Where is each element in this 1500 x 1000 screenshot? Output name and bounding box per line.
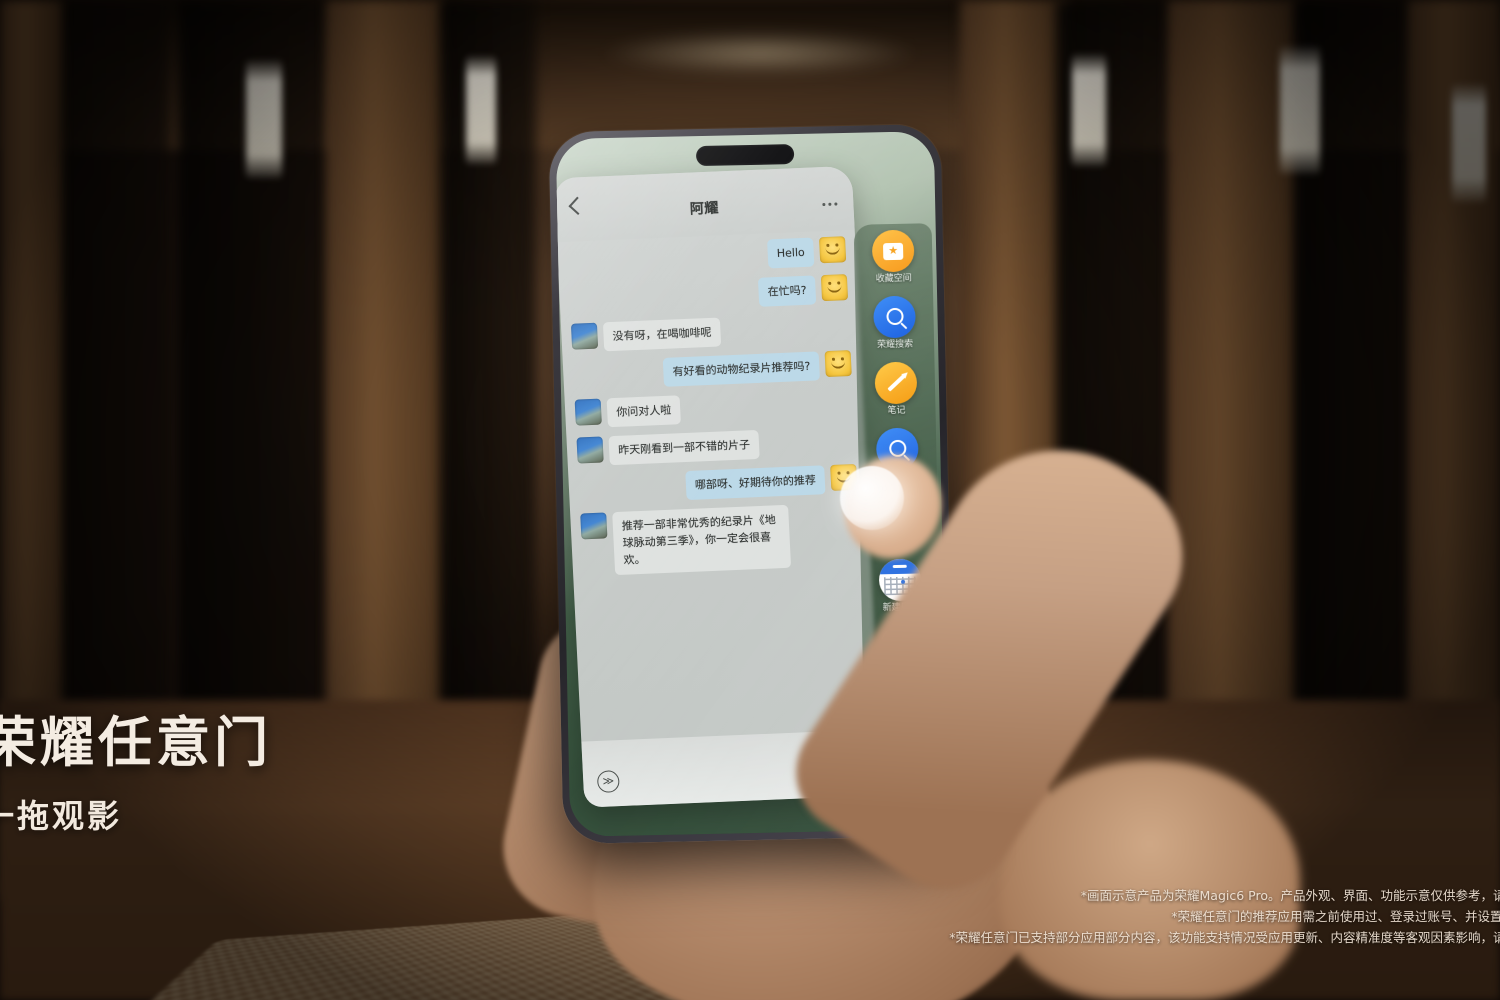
avatar-emoji bbox=[824, 350, 852, 378]
message-bubble[interactable]: 有好看的动物纪录片推荐吗? bbox=[662, 351, 820, 388]
drag-ring-handle[interactable] bbox=[840, 466, 904, 530]
disclaimer-line-1: *画面示意产品为荣耀Magic6 Pro。产品外观、界面、功能示意仅供参考，请以 bbox=[1080, 888, 1500, 903]
disclaimer-block: *画面示意产品为荣耀Magic6 Pro。产品外观、界面、功能示意仅供参考，请以… bbox=[860, 885, 1500, 948]
disclaimer-line-3: *荣耀任意门已支持部分应用部分内容，该功能支持情况受应用更新、内容精准度等客观因… bbox=[949, 930, 1500, 945]
dock-item-note-pen[interactable]: 笔记 bbox=[856, 361, 935, 418]
message-row[interactable]: 有好看的动物纪录片推荐吗? bbox=[573, 350, 852, 391]
more-options-icon[interactable] bbox=[822, 202, 838, 207]
dot bbox=[822, 202, 826, 207]
search-icon[interactable] bbox=[873, 295, 916, 339]
message-row[interactable]: 没有呀，在喝咖啡呢 bbox=[570, 312, 850, 353]
message-bubble[interactable]: 哪部呀、好期待你的推荐 bbox=[685, 465, 826, 501]
avatar-emoji bbox=[820, 274, 849, 302]
voice-input-icon[interactable]: ≫ bbox=[596, 770, 620, 794]
message-bubble[interactable]: 推荐一部非常优秀的纪录片《地球脉动第三季》，你一定会很喜欢。 bbox=[612, 505, 792, 576]
message-bubble[interactable]: Hello bbox=[767, 237, 815, 269]
knuckles bbox=[1000, 760, 1300, 1000]
avatar-emoji bbox=[818, 236, 847, 264]
dock-item-favorites[interactable]: ★ 收藏空间 bbox=[854, 229, 933, 286]
message-row[interactable]: 推荐一部非常优秀的纪录片《地球脉动第三季》，你一定会很喜欢。 bbox=[580, 502, 861, 577]
chat-title: 阿耀 bbox=[689, 199, 720, 217]
star-glyph: ★ bbox=[888, 244, 899, 257]
dot bbox=[834, 202, 838, 206]
notch-camera-cutout bbox=[695, 144, 795, 167]
message-list[interactable]: Hello 在忙吗? 没有呀，在喝咖啡呢 有好看的动物纪录片推荐吗? 你问对人啦 昨天刚看… bbox=[557, 230, 879, 742]
avatar-photo bbox=[570, 322, 599, 350]
message-row[interactable]: 你问对人啦 bbox=[574, 388, 854, 429]
dot bbox=[828, 202, 832, 206]
caption-subtitle: 一拖观影 bbox=[0, 797, 123, 835]
pen-glyph bbox=[886, 374, 905, 392]
avatar-photo bbox=[580, 512, 608, 540]
message-bubble[interactable]: 你问对人啦 bbox=[606, 395, 681, 428]
message-bubble[interactable]: 昨天刚看到一部不错的片子 bbox=[608, 430, 760, 466]
avatar-photo bbox=[574, 398, 602, 426]
disclaimer-line-2: *荣耀任意门的推荐应用需之前使用过、登录过账号、并设置过基础 bbox=[1171, 909, 1500, 924]
dock-item-search[interactable]: 荣耀搜索 bbox=[855, 295, 934, 352]
message-row[interactable]: 在忙吗? bbox=[569, 274, 849, 315]
favorites-icon[interactable]: ★ bbox=[871, 229, 915, 273]
dock-item-label: 荣耀搜索 bbox=[877, 339, 914, 351]
message-bubble[interactable]: 没有呀，在喝咖啡呢 bbox=[602, 317, 722, 352]
message-row[interactable]: Hello bbox=[567, 236, 847, 277]
note-pen-icon[interactable] bbox=[874, 361, 918, 405]
avatar-photo bbox=[576, 436, 604, 464]
caption-block: 荣耀任意门 一拖观影 bbox=[0, 698, 272, 837]
dock-item-label: 收藏空间 bbox=[875, 273, 912, 285]
caption-title: 荣耀任意门 bbox=[0, 711, 272, 774]
message-row[interactable]: 哪部呀、好期待你的推荐 bbox=[578, 464, 858, 505]
message-bubble[interactable]: 在忙吗? bbox=[758, 275, 817, 307]
message-row[interactable]: 昨天刚看到一部不错的片子 bbox=[576, 426, 855, 467]
dock-item-label: 笔记 bbox=[887, 405, 906, 416]
magnifier-glyph bbox=[885, 308, 904, 326]
